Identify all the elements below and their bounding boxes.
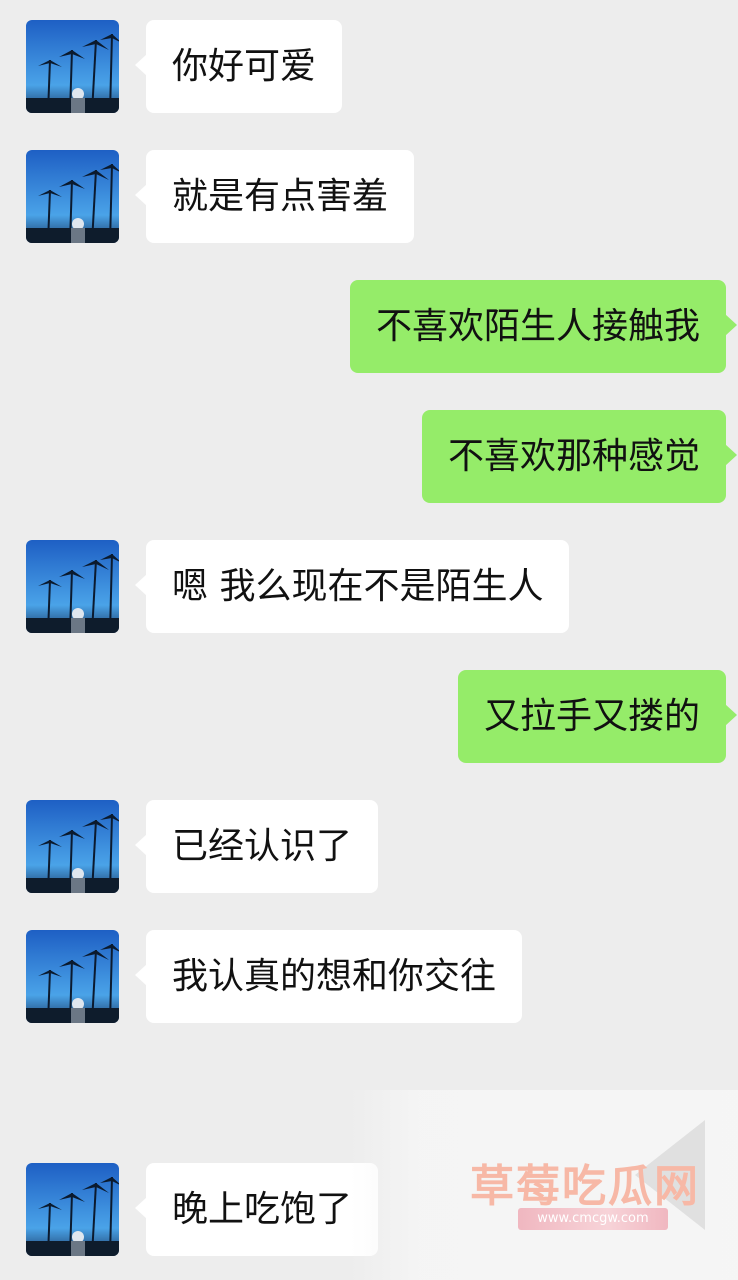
- message-row: 我认真的想和你交往: [0, 930, 738, 1024]
- contact-avatar[interactable]: [26, 930, 119, 1023]
- palm-trees-avatar-icon: [26, 930, 119, 1023]
- message-row: 嗯 我么现在不是陌生人: [0, 540, 738, 634]
- message-row: 已经认识了: [0, 800, 738, 894]
- message-row: 你好可爱: [0, 20, 738, 114]
- palm-trees-avatar-icon: [26, 800, 119, 893]
- palm-trees-avatar-icon: [26, 540, 119, 633]
- chat-area: 你好可爱 就是有点害羞 不喜欢陌生人接触我 不喜欢那种感觉 嗯 我么现在不是陌生…: [0, 0, 738, 1280]
- message-row: 不喜欢那种感觉: [0, 410, 738, 504]
- palm-trees-avatar-icon: [26, 150, 119, 243]
- outgoing-message-bubble[interactable]: 不喜欢那种感觉: [421, 410, 738, 503]
- palm-trees-avatar-icon: [26, 1163, 119, 1256]
- incoming-message-bubble[interactable]: 已经认识了: [134, 800, 379, 893]
- contact-avatar[interactable]: [26, 540, 119, 633]
- incoming-message-bubble[interactable]: 我认真的想和你交往: [134, 930, 523, 1023]
- site-watermark: 草莓吃瓜网 www.cmcgw.com: [350, 1090, 738, 1280]
- contact-avatar[interactable]: [26, 800, 119, 893]
- message-row: 又拉手又搂的: [0, 670, 738, 764]
- contact-avatar[interactable]: [26, 1163, 119, 1256]
- incoming-message-bubble[interactable]: 嗯 我么现在不是陌生人: [134, 540, 570, 633]
- message-row: 就是有点害羞: [0, 150, 738, 244]
- message-row: 不喜欢陌生人接触我: [0, 280, 738, 374]
- palm-trees-avatar-icon: [26, 20, 119, 113]
- contact-avatar[interactable]: [26, 20, 119, 113]
- watermark-url: www.cmcgw.com: [518, 1208, 668, 1230]
- outgoing-message-bubble[interactable]: 不喜欢陌生人接触我: [349, 280, 738, 373]
- contact-avatar[interactable]: [26, 150, 119, 243]
- outgoing-message-bubble[interactable]: 又拉手又搂的: [457, 670, 738, 763]
- watermark-title: 草莓吃瓜网: [470, 1161, 700, 1212]
- incoming-message-bubble[interactable]: 晚上吃饱了: [134, 1163, 379, 1256]
- incoming-message-bubble[interactable]: 就是有点害羞: [134, 150, 415, 243]
- incoming-message-bubble[interactable]: 你好可爱: [134, 20, 343, 113]
